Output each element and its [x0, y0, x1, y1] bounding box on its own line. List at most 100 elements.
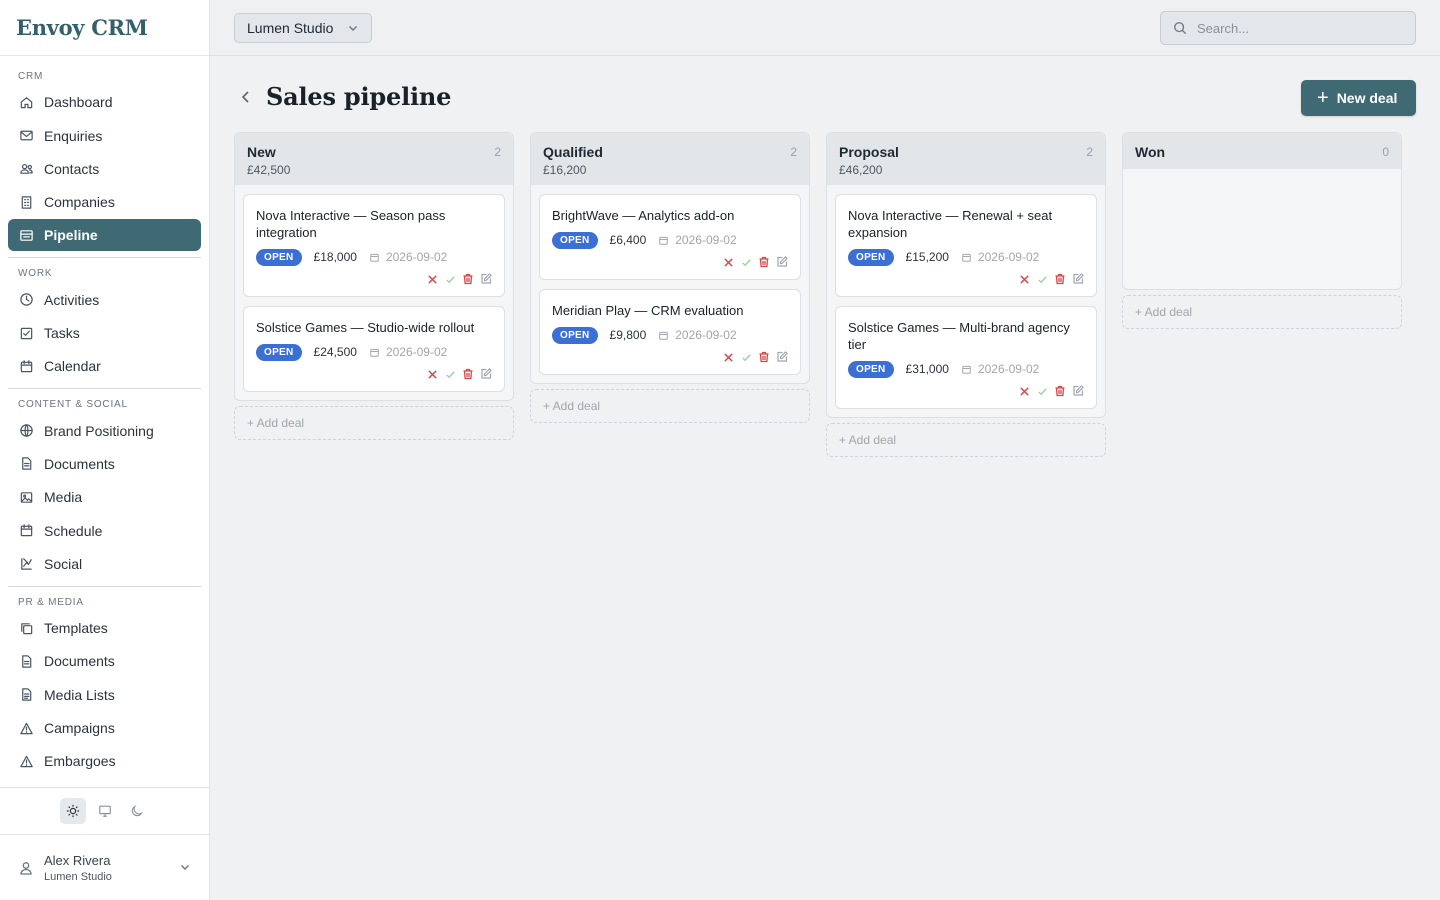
edit-button[interactable] — [776, 256, 788, 268]
deal-meta: OPEN £31,000 2026-09-02 — [848, 360, 1084, 378]
sidebar-item-calendar[interactable]: Calendar — [8, 350, 201, 382]
delete-button[interactable] — [462, 273, 474, 285]
search-placeholder: Search... — [1197, 20, 1250, 36]
check-icon — [1037, 275, 1047, 283]
new-deal-button[interactable]: + New deal — [1301, 80, 1416, 116]
add-deal-button[interactable]: + Add deal — [1122, 295, 1402, 329]
back-button[interactable] — [236, 87, 256, 107]
clock-icon — [19, 293, 33, 307]
mark-won-button[interactable] — [740, 351, 752, 363]
check-icon — [741, 353, 751, 361]
deal-meta: OPEN £18,000 2026-09-02 — [256, 248, 492, 266]
globe-icon — [19, 424, 33, 437]
close-icon — [1019, 274, 1029, 284]
edit-button[interactable] — [1072, 273, 1084, 285]
sidebar-item-campaigns[interactable]: Campaigns — [8, 712, 201, 744]
sidebar-item-activities[interactable]: Activities — [8, 284, 201, 316]
deal-card[interactable]: Nova Interactive — Season pass integrati… — [243, 194, 505, 297]
deal-amount: £18,000 — [313, 250, 357, 264]
clock-icon-wrap — [18, 292, 34, 308]
edit-button[interactable] — [480, 368, 492, 380]
column-total: £16,200 — [543, 163, 587, 177]
sidebar-item-templates[interactable]: Templates — [8, 612, 201, 644]
deal-meta: OPEN £9,800 2026-09-02 — [552, 326, 788, 344]
sidebar-item-documents[interactable]: Documents — [8, 645, 201, 677]
sidebar-item-companies[interactable]: Companies — [8, 186, 201, 218]
theme-light-button[interactable] — [59, 798, 86, 824]
calendar-icon — [962, 365, 971, 374]
sidebar-item-dashboard[interactable]: Dashboard — [8, 86, 201, 118]
check-icon — [1037, 387, 1047, 395]
column-total: £42,500 — [247, 163, 291, 177]
sidebar-item-contacts[interactable]: Contacts — [8, 153, 201, 185]
mark-lost-button[interactable] — [1018, 385, 1030, 397]
deal-date: 2026-09-02 — [658, 328, 737, 342]
trash-icon — [759, 351, 769, 363]
edit-button[interactable] — [480, 273, 492, 285]
add-deal-button[interactable]: + Add deal — [826, 423, 1106, 457]
delete-button[interactable] — [758, 256, 770, 268]
mark-won-button[interactable] — [1036, 273, 1048, 285]
close-icon — [1019, 386, 1029, 396]
status-badge: OPEN — [848, 248, 894, 266]
deal-card[interactable]: BrightWave — Analytics add-on OPEN £6,400 2… — [539, 194, 801, 280]
deal-actions — [848, 378, 1084, 408]
mark-won-button[interactable] — [444, 273, 456, 285]
mark-lost-button[interactable] — [722, 351, 734, 363]
mark-lost-button[interactable] — [426, 273, 438, 285]
share-icon-wrap — [18, 556, 34, 572]
calendar-icon — [20, 360, 32, 373]
deal-date: 2026-09-02 — [369, 250, 447, 264]
add-deal-button[interactable]: + Add deal — [234, 406, 514, 440]
delete-button[interactable] — [758, 351, 770, 363]
sidebar-item-social[interactable]: Social — [8, 548, 201, 580]
delete-button[interactable] — [462, 368, 474, 380]
deal-actions — [256, 266, 492, 296]
workspace-selector[interactable]: Lumen Studio — [234, 13, 372, 43]
sidebar-item-media[interactable]: Media — [8, 481, 201, 513]
mark-won-button[interactable] — [740, 256, 752, 268]
column-box: New £42,500 2 Nova Interactive — Season pas… — [234, 132, 514, 401]
user-menu[interactable]: Alex Rivera Lumen Studio — [0, 836, 209, 900]
calendar-icon — [370, 253, 379, 262]
brand-logo[interactable]: Envoy CRM — [0, 0, 209, 56]
sidebar-item-brand-positioning[interactable]: Brand Positioning — [8, 415, 201, 447]
deal-card[interactable]: Solstice Games — Multi-brand agency tier… — [835, 306, 1097, 409]
delete-button[interactable] — [1054, 385, 1066, 397]
sidebar-item-documents[interactable]: Documents — [8, 448, 201, 480]
mark-lost-button[interactable] — [722, 256, 734, 268]
sidebar-item-pipeline[interactable]: Pipeline — [8, 219, 201, 252]
sidebar-item-enquiries[interactable]: Enquiries — [8, 120, 201, 152]
alert-icon-wrap — [18, 753, 34, 769]
theme-system-button[interactable] — [92, 798, 118, 824]
deal-card[interactable]: Solstice Games — Studio-wide rollout OPEN… — [243, 306, 505, 392]
mark-lost-button[interactable] — [1018, 273, 1030, 285]
image-icon-wrap — [18, 489, 34, 505]
column-count: 2 — [790, 145, 797, 159]
sidebar-item-label: Templates — [44, 620, 108, 637]
edit-icon — [1073, 273, 1084, 284]
add-deal-button[interactable]: + Add deal — [530, 389, 810, 423]
chevron-down-icon[interactable] — [179, 861, 191, 873]
delete-button[interactable] — [1054, 273, 1066, 285]
check-icon — [741, 258, 751, 266]
sidebar-item-schedule[interactable]: Schedule — [8, 515, 201, 547]
sidebar-item-embargoes[interactable]: Embargoes — [8, 745, 201, 777]
trash-icon — [463, 273, 473, 285]
column-box: Qualified £16,200 2 BrightWave — Analytics … — [530, 132, 810, 384]
search-input[interactable]: Search... — [1160, 11, 1416, 45]
column-header: Won 0 — [1123, 133, 1401, 169]
edit-button[interactable] — [776, 351, 788, 363]
edit-button[interactable] — [1072, 385, 1084, 397]
sidebar-item-media-lists[interactable]: Media Lists — [8, 679, 201, 711]
mark-won-button[interactable] — [1036, 385, 1048, 397]
theme-dark-button[interactable] — [124, 798, 150, 824]
document-icon — [21, 655, 31, 668]
deal-card[interactable]: Nova Interactive — Renewal + seat expans… — [835, 194, 1097, 297]
deal-card[interactable]: Meridian Play — CRM evaluation OPEN £9,800… — [539, 289, 801, 375]
sidebar-item-tasks[interactable]: Tasks — [8, 317, 201, 349]
mark-won-button[interactable] — [444, 368, 456, 380]
sidebar-item-label: Media Lists — [44, 686, 115, 703]
close-icon — [723, 257, 733, 267]
mark-lost-button[interactable] — [426, 368, 438, 380]
